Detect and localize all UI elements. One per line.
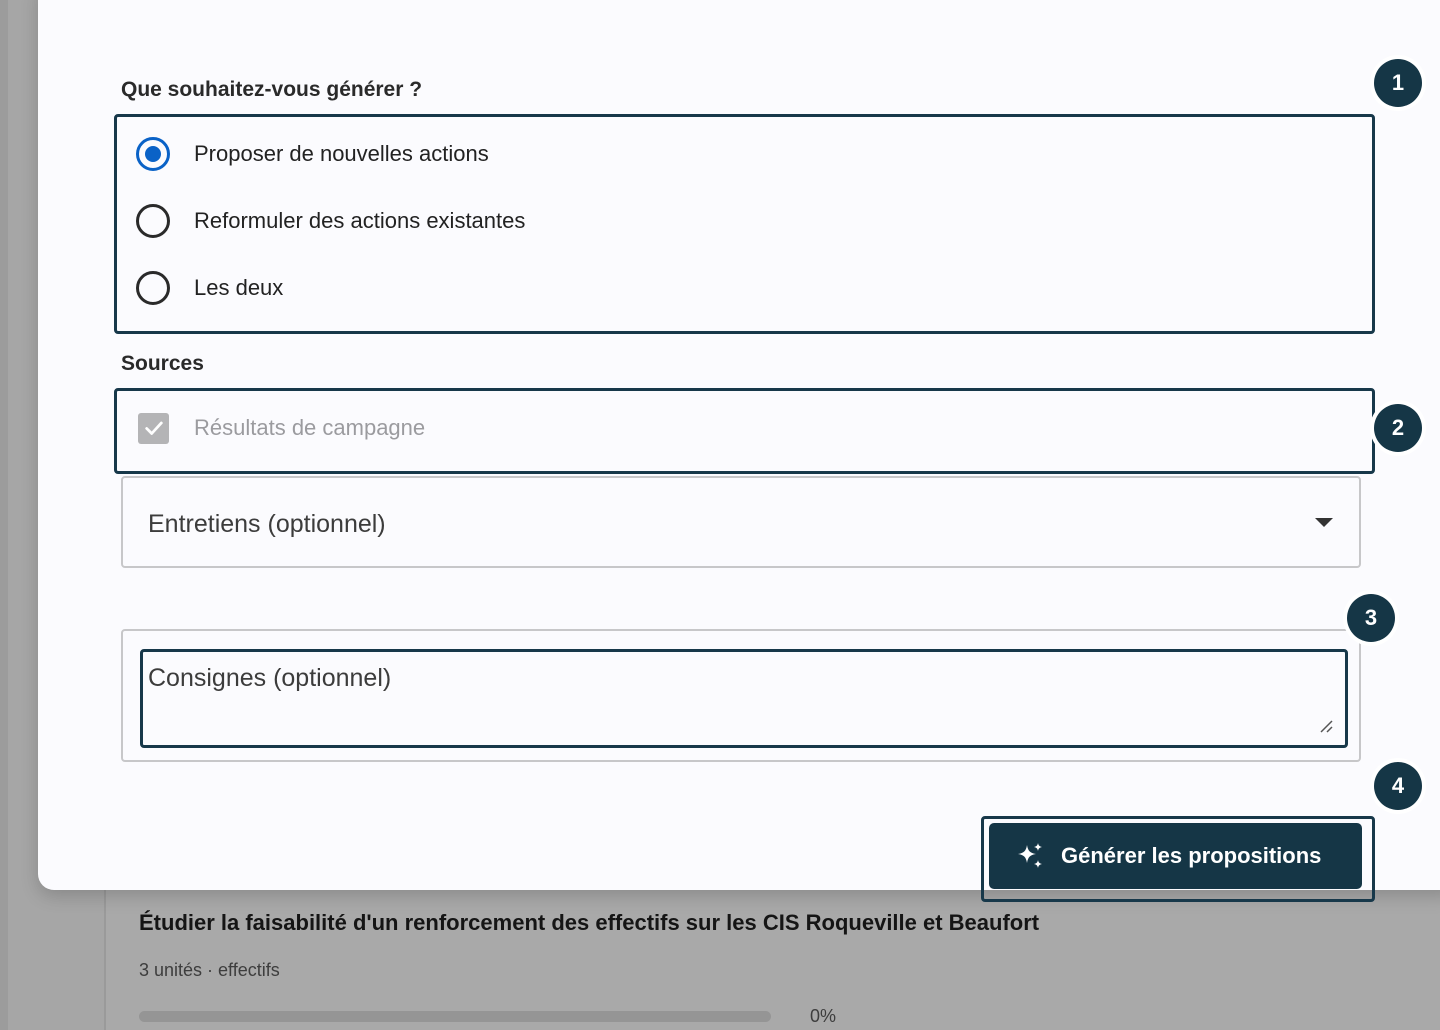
campaign-results-checkbox-row[interactable]: Résultats de campagne (138, 412, 425, 444)
background-card-title: Étudier la faisabilité d'un renforcement… (139, 910, 1040, 935)
background-progress-label: 0% (810, 1006, 837, 1026)
instructions-textarea[interactable]: Consignes (optionnel) (140, 649, 1348, 748)
interviews-select[interactable]: Entretiens (optionnel) (121, 476, 1361, 568)
step-badge-4: 4 (1374, 762, 1422, 810)
instructions-placeholder: Consignes (optionnel) (148, 664, 392, 692)
generate-proposals-button[interactable]: Générer les propositions (989, 823, 1362, 889)
option-new-actions-label: Proposer de nouvelles actions (194, 141, 489, 166)
option-both-label: Les deux (194, 275, 284, 300)
sources-heading: Sources (121, 352, 204, 375)
generate-button-label: Générer les propositions (1061, 843, 1322, 868)
option-rephrase-actions-label: Reformuler des actions existantes (194, 208, 526, 233)
step-badge-3: 3 (1347, 594, 1395, 642)
radio-new-actions[interactable] (136, 137, 170, 171)
option-both[interactable]: Les deux (136, 270, 283, 306)
campaign-results-checkbox[interactable] (138, 412, 169, 444)
step-badge-2: 2 (1374, 404, 1422, 452)
option-new-actions[interactable]: Proposer de nouvelles actions (136, 136, 489, 172)
campaign-results-label: Résultats de campagne (194, 415, 426, 440)
background-card-meta: 3 unités · effectifs (139, 960, 280, 980)
resize-handle-icon[interactable] (1319, 719, 1333, 733)
generate-question-label: Que souhaitez-vous générer ? (121, 78, 423, 101)
check-icon (144, 421, 163, 435)
step-badge-1: 1 (1374, 59, 1422, 107)
radio-both[interactable] (136, 271, 170, 305)
background-progress-bar (139, 1011, 771, 1022)
interviews-select-label: Entretiens (optionnel) (148, 510, 386, 538)
background-sidebar-edge (0, 0, 8, 1030)
sparkles-icon (1018, 843, 1042, 868)
radio-rephrase-actions[interactable] (136, 204, 170, 238)
caret-down-icon (1315, 518, 1333, 527)
option-rephrase-actions[interactable]: Reformuler des actions existantes (136, 203, 525, 239)
